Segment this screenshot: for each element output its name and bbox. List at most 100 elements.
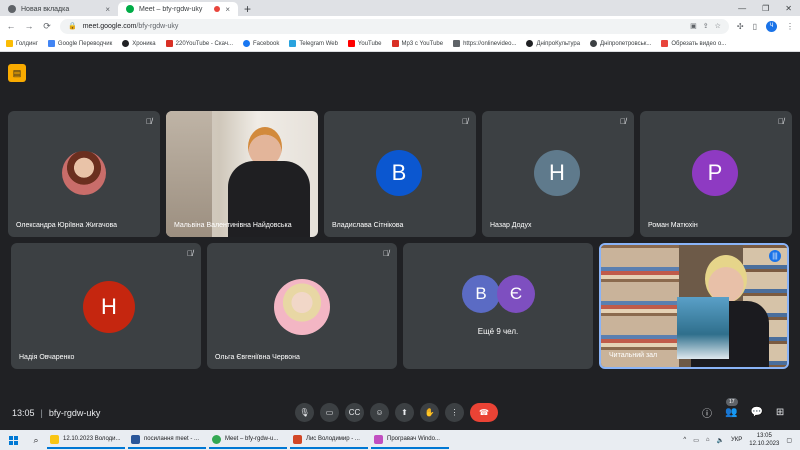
bookmark-item[interactable]: Facebook xyxy=(242,40,279,47)
url-text: meet.google.com/bfy-rgdw-uky xyxy=(82,22,179,30)
participant-name: Ольга Євгеніївна Червона xyxy=(215,354,300,361)
people-button[interactable]: 17 👥 xyxy=(725,398,738,418)
side-controls: ⓘ 17 👥 💬 ⊞ xyxy=(702,398,784,420)
mic-off-icon: 🎙̸ xyxy=(146,117,152,126)
taskbar-item[interactable]: Meet – bfy-rgdw-u... xyxy=(209,431,287,449)
volume-icon[interactable]: 🔈 xyxy=(717,437,724,444)
participant-tile[interactable]: ||| Читальний зал xyxy=(599,243,789,369)
video-book xyxy=(677,297,729,359)
bookmark-item[interactable]: Обрезать видео о... xyxy=(661,40,726,47)
present-button[interactable]: ⬆ xyxy=(395,403,414,422)
tab-label: Meet – bfy-rgdw-uky xyxy=(139,5,203,13)
bookmark-item[interactable]: Telegram Web xyxy=(289,40,338,47)
clock[interactable]: 13:05 12.10.2023 xyxy=(749,432,779,448)
avatar xyxy=(274,279,330,335)
meet-icon xyxy=(126,5,134,13)
bookmark-item[interactable]: Хроника xyxy=(122,40,156,47)
avatar: Р xyxy=(692,150,738,196)
bookmark-icon xyxy=(165,40,173,47)
tab-label: Новая вкладка xyxy=(21,5,70,13)
bookmark-icon xyxy=(289,40,297,47)
bookmarks-bar: Голдинг Google Переводчик Хроника 220You… xyxy=(0,36,800,52)
search-icon[interactable]: ⌕ xyxy=(28,435,44,446)
menu-icon[interactable]: ⋮ xyxy=(786,22,794,31)
bookmark-item[interactable]: Дніпропетровськ... xyxy=(590,40,651,47)
tab-meet[interactable]: Meet – bfy-rgdw-uky × xyxy=(118,2,238,16)
bookmark-item[interactable]: YouTube xyxy=(347,40,382,47)
participant-name: Мальвіна Валентинівна Найдовська xyxy=(174,222,292,229)
participant-tile[interactable]: 🎙̸ Р Роман Матюхін xyxy=(640,111,792,237)
mic-off-icon: 🎙̸ xyxy=(187,249,193,258)
bookmark-item[interactable]: Голдинг xyxy=(6,40,38,47)
info-icon[interactable]: ⓘ xyxy=(702,405,712,420)
participant-tile[interactable]: 🎙̸ Н Назар Додух xyxy=(482,111,634,237)
browser-tab-strip: Новая вкладка × Meet – bfy-rgdw-uky × + … xyxy=(0,0,800,16)
participant-name: Олександра Юріївна Жигачова xyxy=(16,222,118,229)
camera-button[interactable]: ▭ xyxy=(320,403,339,422)
word-icon xyxy=(131,434,140,444)
bookmark-item[interactable]: Google Переводчик xyxy=(47,40,112,47)
participant-tile[interactable]: 🎙̸ Н Надія Овчаренко xyxy=(11,243,201,369)
camera-indicator-icon[interactable]: ▣ xyxy=(690,22,697,30)
chrome-icon xyxy=(212,434,221,444)
avatar: В xyxy=(462,275,500,313)
reload-icon[interactable]: ⟳ xyxy=(42,21,52,32)
back-icon[interactable]: ← xyxy=(6,21,16,31)
folder-icon xyxy=(50,434,59,444)
monitor-icon[interactable]: ▭ xyxy=(693,437,699,444)
system-tray: ^ ▭ ⌂ 🔈 УКР 13:05 12.10.2023 ▢ xyxy=(683,432,800,448)
minimize-icon[interactable]: — xyxy=(738,4,746,13)
mic-off-icon: 🎙̸ xyxy=(620,117,626,126)
avatar xyxy=(62,151,106,195)
more-participants-tile[interactable]: В Є Ещё 9 чел. xyxy=(403,243,593,369)
taskbar-item[interactable]: Програвач Windo... xyxy=(371,431,449,449)
close-tab-icon[interactable]: × xyxy=(105,5,110,14)
extensions-icon[interactable]: ✣ xyxy=(737,22,744,31)
video-background xyxy=(166,111,212,237)
bookmark-item[interactable]: Mp3 с YouTube xyxy=(391,40,443,47)
participant-name: Надія Овчаренко xyxy=(19,354,75,361)
avatar[interactable]: Ч xyxy=(766,20,777,32)
new-tab-button[interactable]: + xyxy=(238,2,257,16)
participant-tile[interactable]: 🎙̸ В Владислава Сітнікова xyxy=(324,111,476,237)
mic-off-icon: 🎙̸ xyxy=(778,117,784,126)
close-tab-icon[interactable]: × xyxy=(225,5,230,14)
bookmark-icon xyxy=(6,40,13,47)
emoji-button[interactable]: ☺ xyxy=(370,403,389,422)
participant-tile[interactable]: 🎙̸ Олександра Юріївна Жигачова xyxy=(8,111,160,237)
captions-button[interactable]: CC xyxy=(345,403,364,422)
bookmark-item[interactable]: 220YouTube - Скач... xyxy=(165,40,233,47)
star-icon[interactable]: ☆ xyxy=(715,22,721,30)
tab-new-tab[interactable]: Новая вкладка × xyxy=(0,2,118,16)
taskbar-item[interactable]: посилання meet - ... xyxy=(128,431,206,449)
bookmark-item[interactable]: ДніпроКультура xyxy=(526,40,580,47)
meeting-info-icon[interactable]: ▤ xyxy=(8,64,26,82)
participant-tile[interactable]: 🎙̸ Ольга Євгеніївна Червона xyxy=(207,243,397,369)
microphone-button[interactable]: 🎙 xyxy=(295,403,314,422)
more-options-button[interactable]: ⋮ xyxy=(445,403,464,422)
chat-icon[interactable]: 💬 xyxy=(750,407,762,418)
windows-taskbar: ⌕ 12.10.2023 Володи... посилання meet - … xyxy=(0,430,800,450)
taskbar-item[interactable]: Лис Володимир - ... xyxy=(290,431,368,449)
windows-start-icon[interactable] xyxy=(0,431,18,449)
globe-icon xyxy=(8,5,16,13)
participant-tile[interactable]: Мальвіна Валентинівна Найдовська xyxy=(166,111,318,237)
activities-icon[interactable]: ⊞ xyxy=(776,407,784,418)
close-window-icon[interactable]: ✕ xyxy=(785,4,792,13)
network-icon[interactable]: ⌂ xyxy=(706,437,710,443)
share-icon[interactable]: ⇪ xyxy=(703,22,709,30)
url-input[interactable]: 🔒 meet.google.com/bfy-rgdw-uky ▣ ⇪ ☆ xyxy=(60,18,729,34)
clock-date: 12.10.2023 xyxy=(749,441,780,447)
raise-hand-button[interactable]: ✋ xyxy=(420,403,439,422)
language-indicator[interactable]: УКР xyxy=(731,437,742,443)
bookmark-icon xyxy=(391,40,399,47)
maximize-icon[interactable]: ❐ xyxy=(762,4,769,13)
taskbar-item[interactable]: 12.10.2023 Володи... xyxy=(47,431,125,449)
avatar: Н xyxy=(534,150,580,196)
sidepanel-icon[interactable]: ▯ xyxy=(753,22,757,31)
forward-icon[interactable]: → xyxy=(24,21,34,31)
notifications-icon[interactable]: ▢ xyxy=(786,437,792,444)
bookmark-item[interactable]: https://onlinevideo... xyxy=(453,40,516,47)
end-call-button[interactable]: ☎ xyxy=(470,403,498,422)
chevron-up-icon[interactable]: ^ xyxy=(683,437,686,443)
